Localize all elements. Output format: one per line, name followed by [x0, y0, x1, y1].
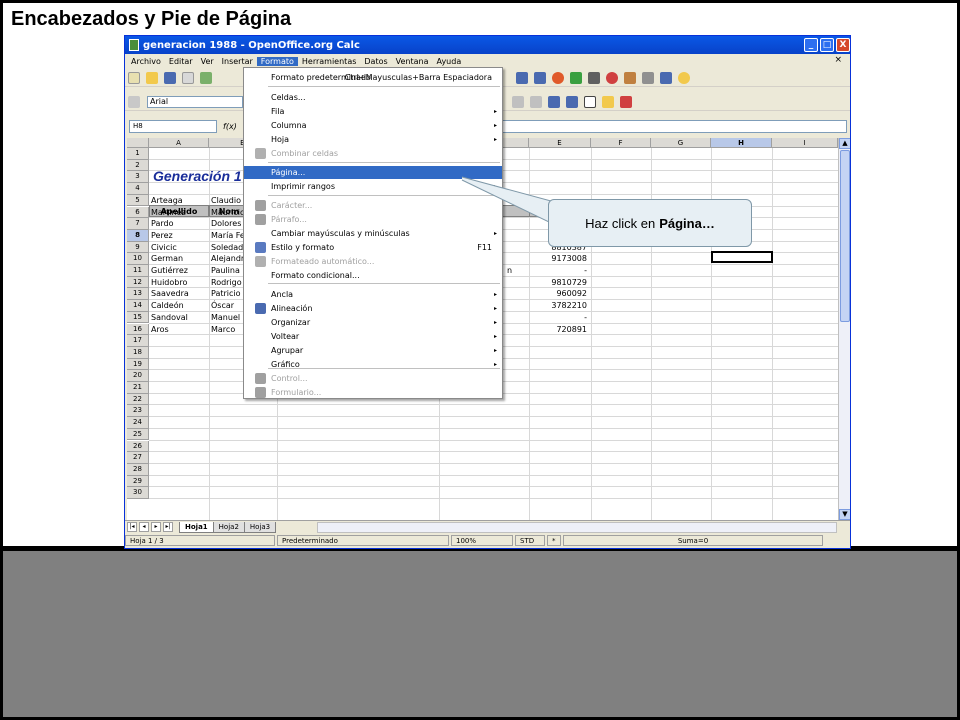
- callout-bold-text: Página…: [659, 215, 715, 231]
- callout-pointer: [461, 176, 552, 224]
- callout-tail: [461, 176, 552, 224]
- instruction-callout: Haz click en Página…: [548, 199, 752, 247]
- callout-text: Haz click en: [585, 215, 656, 231]
- slide: Encabezados y Pie de Página generacion 1…: [0, 0, 960, 720]
